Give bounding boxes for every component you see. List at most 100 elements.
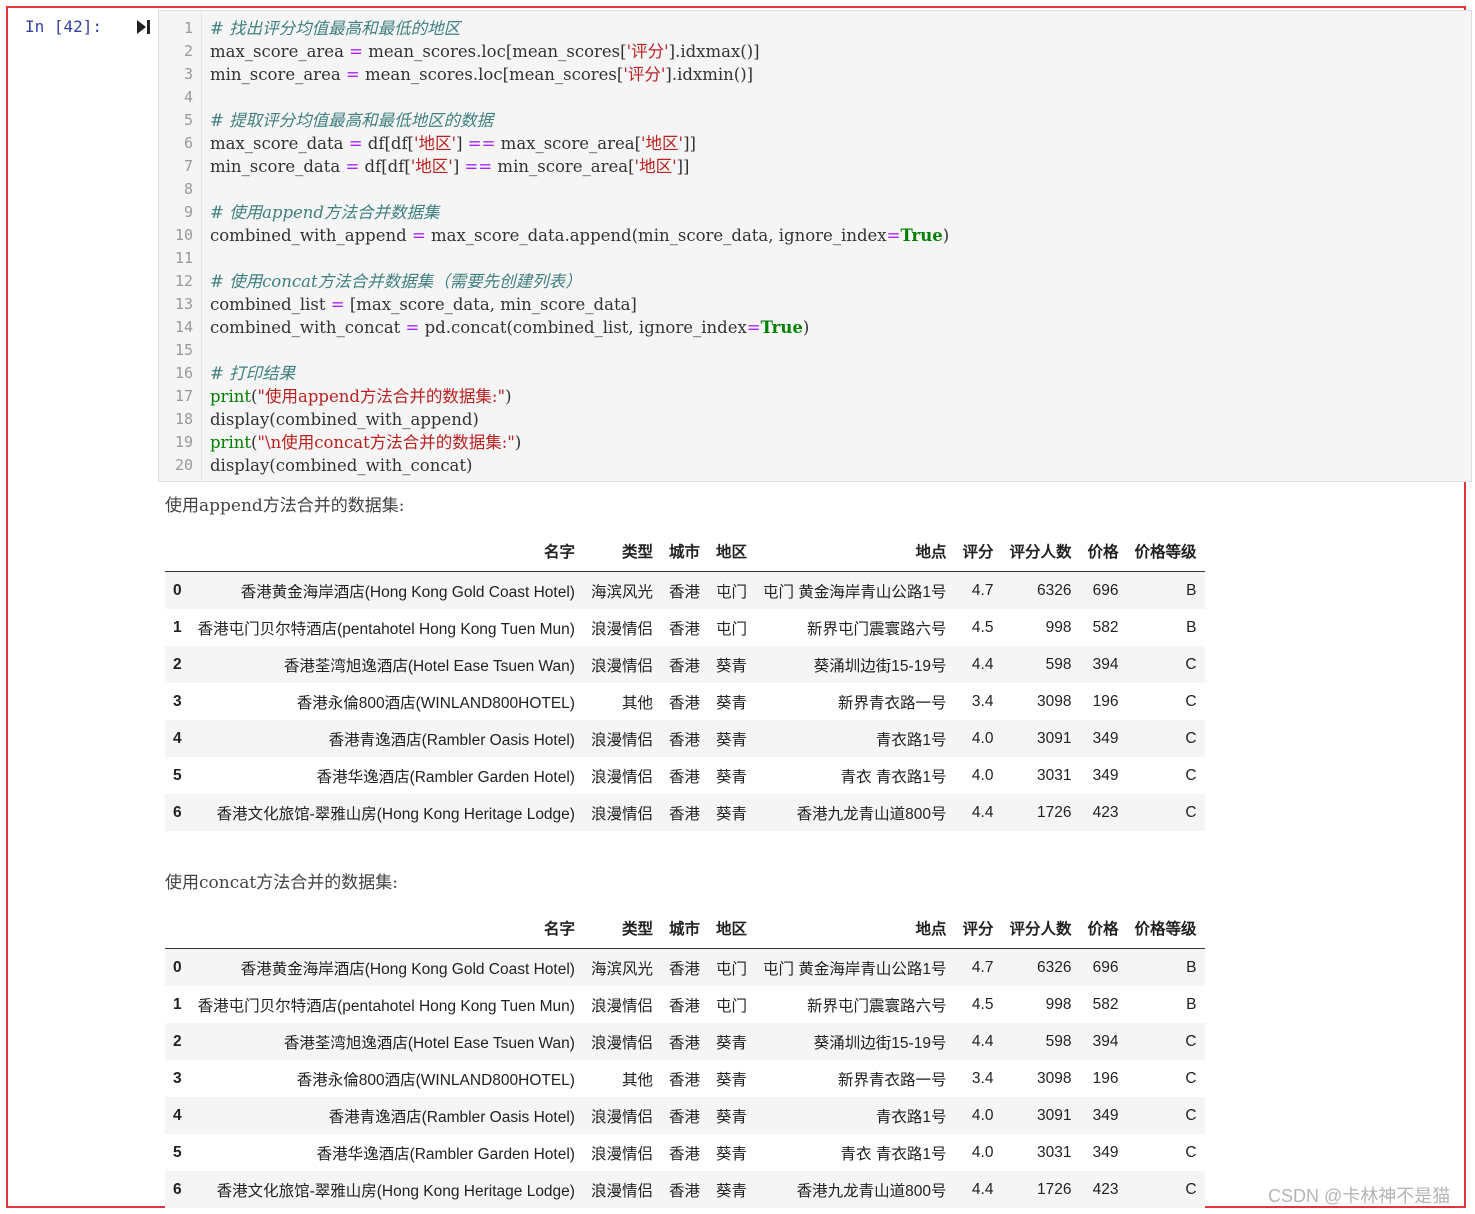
table-cell: 葵青 [716, 694, 748, 712]
table-row: 1 香港屯门贝尔特酒店(pentahotel Hong Kong Tuen Mun… [165, 986, 1205, 1023]
table-cell: 浪漫情侣 [590, 768, 653, 786]
table-cell: 香港文化旅馆-翠雅山房(Hong Kong Heritage Lodge) [216, 1182, 575, 1200]
table-cell: 香港黄金海岸酒店(Hong Kong Gold Coast Hotel) [240, 583, 575, 601]
row-index: 3 [173, 692, 182, 710]
line-number: 1 [183, 19, 193, 37]
table-cell: 998 [1045, 618, 1072, 636]
line-number: 20 [174, 456, 193, 474]
table-cell: 3031 [1037, 1143, 1072, 1161]
table-cell: C [1185, 729, 1197, 747]
table-cell: 葵涌圳边街15-19号 [813, 1034, 947, 1052]
line-number: 11 [174, 249, 193, 267]
column-header: 评分人数 [1001, 531, 1080, 572]
run-cell-icon[interactable] [134, 18, 152, 36]
column-header: 评分 [954, 908, 1002, 949]
code-text: min_score_data = df[df['地区'] == min_scor… [210, 157, 690, 176]
code-text: display(combined_with_append) [210, 410, 479, 429]
table-cell: 394 [1092, 1032, 1119, 1050]
table-cell: 香港 [668, 1071, 700, 1089]
code-line: 13 combined_list = [max_score_data, min_s… [159, 293, 1459, 316]
table-cell: 4.0 [971, 1106, 994, 1124]
line-number: 12 [174, 272, 193, 290]
code-text: max_score_data = df[df['地区'] == max_scor… [210, 134, 696, 153]
line-number: 2 [183, 42, 193, 60]
table-cell: 6326 [1037, 958, 1072, 976]
table-cell: 423 [1092, 803, 1119, 821]
row-index: 1 [173, 618, 182, 636]
table-cell: 葵青 [716, 1071, 748, 1089]
table-cell: 582 [1092, 995, 1119, 1013]
table-cell: 598 [1045, 655, 1072, 673]
table-cell: 349 [1092, 1106, 1119, 1124]
code-text: combined_with_append = max_score_data.ap… [210, 226, 950, 245]
table-cell: 3031 [1037, 766, 1072, 784]
table-cell: 新界青衣路一号 [837, 1071, 947, 1089]
table-cell: 香港 [668, 1108, 700, 1126]
table-cell: 浪漫情侣 [590, 620, 653, 638]
table-cell: 1726 [1037, 803, 1072, 821]
table-cell: 696 [1092, 581, 1119, 599]
table-cell: 浪漫情侣 [590, 1145, 653, 1163]
table-cell: 香港 [668, 620, 700, 638]
line-number: 9 [183, 203, 193, 221]
table-cell: 青衣 青衣路1号 [840, 768, 947, 786]
table-cell: C [1185, 1143, 1197, 1161]
table-cell: 香港 [668, 657, 700, 675]
table-cell: 香港青逸酒店(Rambler Oasis Hotel) [328, 731, 575, 749]
table-cell: 葵青 [716, 1034, 748, 1052]
table-cell: 香港 [668, 731, 700, 749]
row-index: 4 [173, 729, 182, 747]
table-cell: 香港文化旅馆-翠雅山房(Hong Kong Heritage Lodge) [216, 805, 575, 823]
table-cell: C [1185, 1106, 1197, 1124]
table-cell: 香港荃湾旭逸酒店(Hotel Ease Tsuen Wan) [283, 1034, 575, 1052]
column-header: 名字 [189, 908, 583, 949]
table-cell: B [1186, 581, 1197, 599]
table-cell: 香港 [668, 1182, 700, 1200]
line-number: 18 [174, 410, 193, 428]
code-line: 16 # 打印结果 [159, 362, 1459, 385]
table-cell: 其他 [621, 694, 653, 712]
column-header: 价格等级 [1126, 908, 1205, 949]
table-row: 5 香港华逸酒店(Rambler Garden Hotel) 浪漫情侣 香港 葵青 青衣 … [165, 757, 1205, 794]
table-cell: 浪漫情侣 [590, 657, 653, 675]
column-header: 城市 [660, 908, 708, 949]
table-cell: 196 [1092, 1069, 1119, 1087]
table-cell: 新界屯门震寰路六号 [806, 997, 947, 1015]
table-cell: 3.4 [971, 1069, 994, 1087]
code-text: print("使用append方法合并的数据集:") [210, 387, 512, 406]
column-header: 地点 [755, 531, 955, 572]
code-editor[interactable]: 1 # 找出评分均值最高和最低的地区 2 max_score_area = mean_… [158, 10, 1472, 482]
row-index: 6 [173, 1180, 182, 1198]
code-line: 10 combined_with_append = max_score_data.… [159, 224, 1459, 247]
code-line: 8 [159, 178, 1459, 201]
code-line: 14 combined_with_concat = pd.concat(combi… [159, 316, 1459, 339]
code-text: # 提取评分均值最高和最低地区的数据 [210, 111, 494, 130]
table-cell: 葵青 [716, 805, 748, 823]
table-cell: C [1185, 766, 1197, 784]
table-cell: C [1185, 1180, 1197, 1198]
table-cell: 浪漫情侣 [590, 997, 653, 1015]
table-cell: 浪漫情侣 [590, 805, 653, 823]
table-cell: 3098 [1037, 1069, 1072, 1087]
code-text: # 打印结果 [210, 364, 296, 383]
table-row: 2 香港荃湾旭逸酒店(Hotel Ease Tsuen Wan) 浪漫情侣 香港 葵青 葵… [165, 646, 1205, 683]
table-cell: 香港华逸酒店(Rambler Garden Hotel) [316, 1145, 575, 1163]
table-cell: 4.4 [971, 803, 994, 821]
row-index: 2 [173, 655, 182, 673]
table-row: 0 香港黄金海岸酒店(Hong Kong Gold Coast Hotel) 海滨风… [165, 948, 1205, 986]
table-cell: 葵青 [716, 1145, 748, 1163]
table-cell: 葵青 [716, 1182, 748, 1200]
table-cell: 4.7 [971, 958, 994, 976]
column-header: 评分人数 [1001, 908, 1080, 949]
table-cell: 屯门 [716, 620, 748, 638]
table-cell: 423 [1092, 1180, 1119, 1198]
table-cell: 4.5 [971, 618, 994, 636]
table-cell: 6326 [1037, 581, 1072, 599]
table-row: 5 香港华逸酒店(Rambler Garden Hotel) 浪漫情侣 香港 葵青 青衣 … [165, 1134, 1205, 1171]
line-number: 8 [183, 180, 193, 198]
table-row: 6 香港文化旅馆-翠雅山房(Hong Kong Heritage Lodge) 浪漫… [165, 794, 1205, 831]
table-cell: 浪漫情侣 [590, 1182, 653, 1200]
table-cell: 屯门 [716, 583, 748, 601]
code-line: 6 max_score_data = df[df['地区'] == max_sco… [159, 132, 1459, 155]
line-number: 6 [183, 134, 193, 152]
